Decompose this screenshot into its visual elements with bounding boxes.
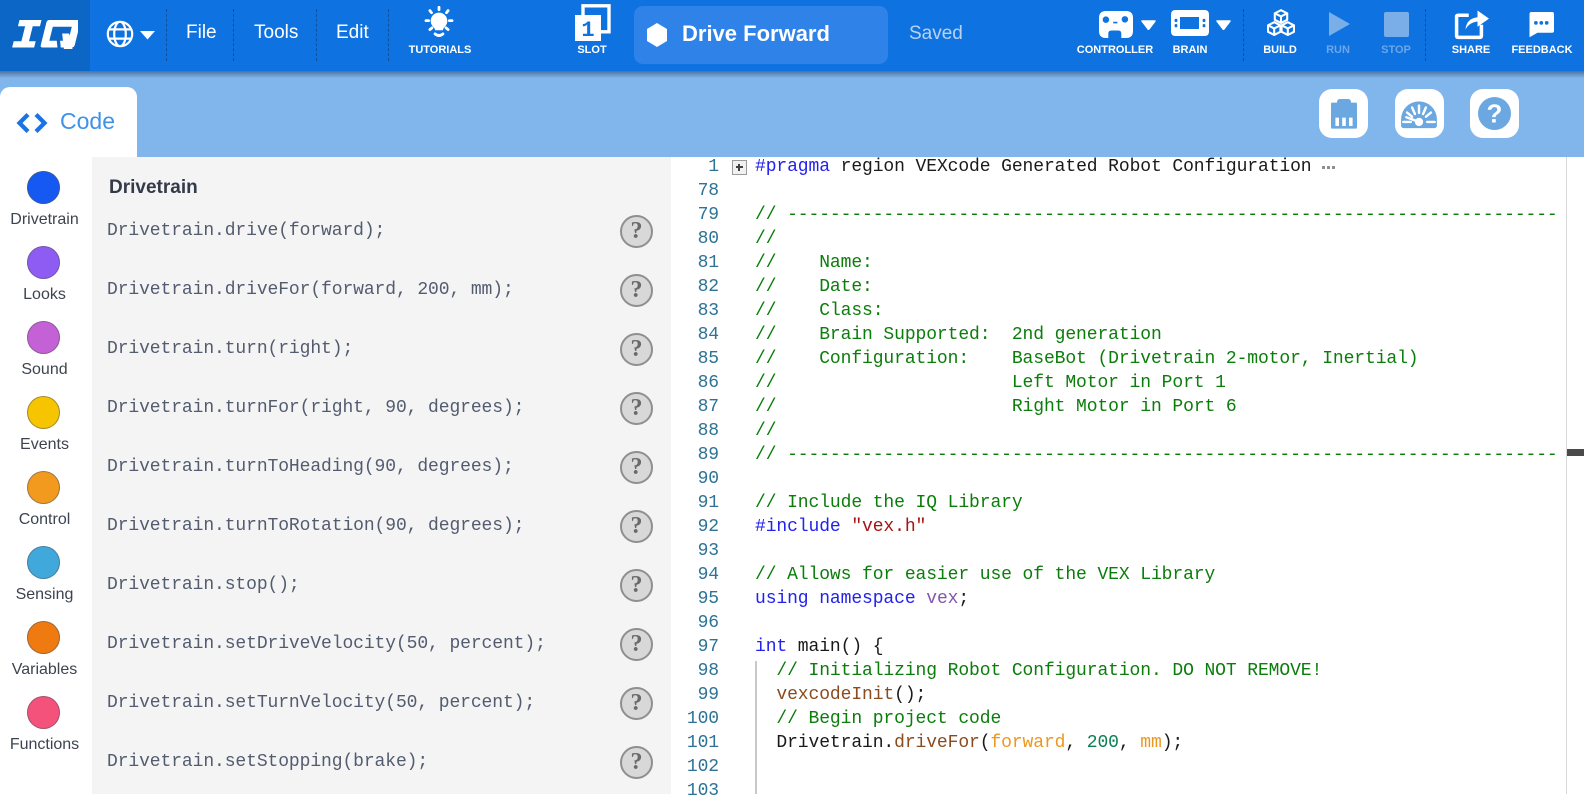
svg-text:1: 1 [581, 18, 594, 43]
svg-text:?: ? [1487, 99, 1503, 129]
